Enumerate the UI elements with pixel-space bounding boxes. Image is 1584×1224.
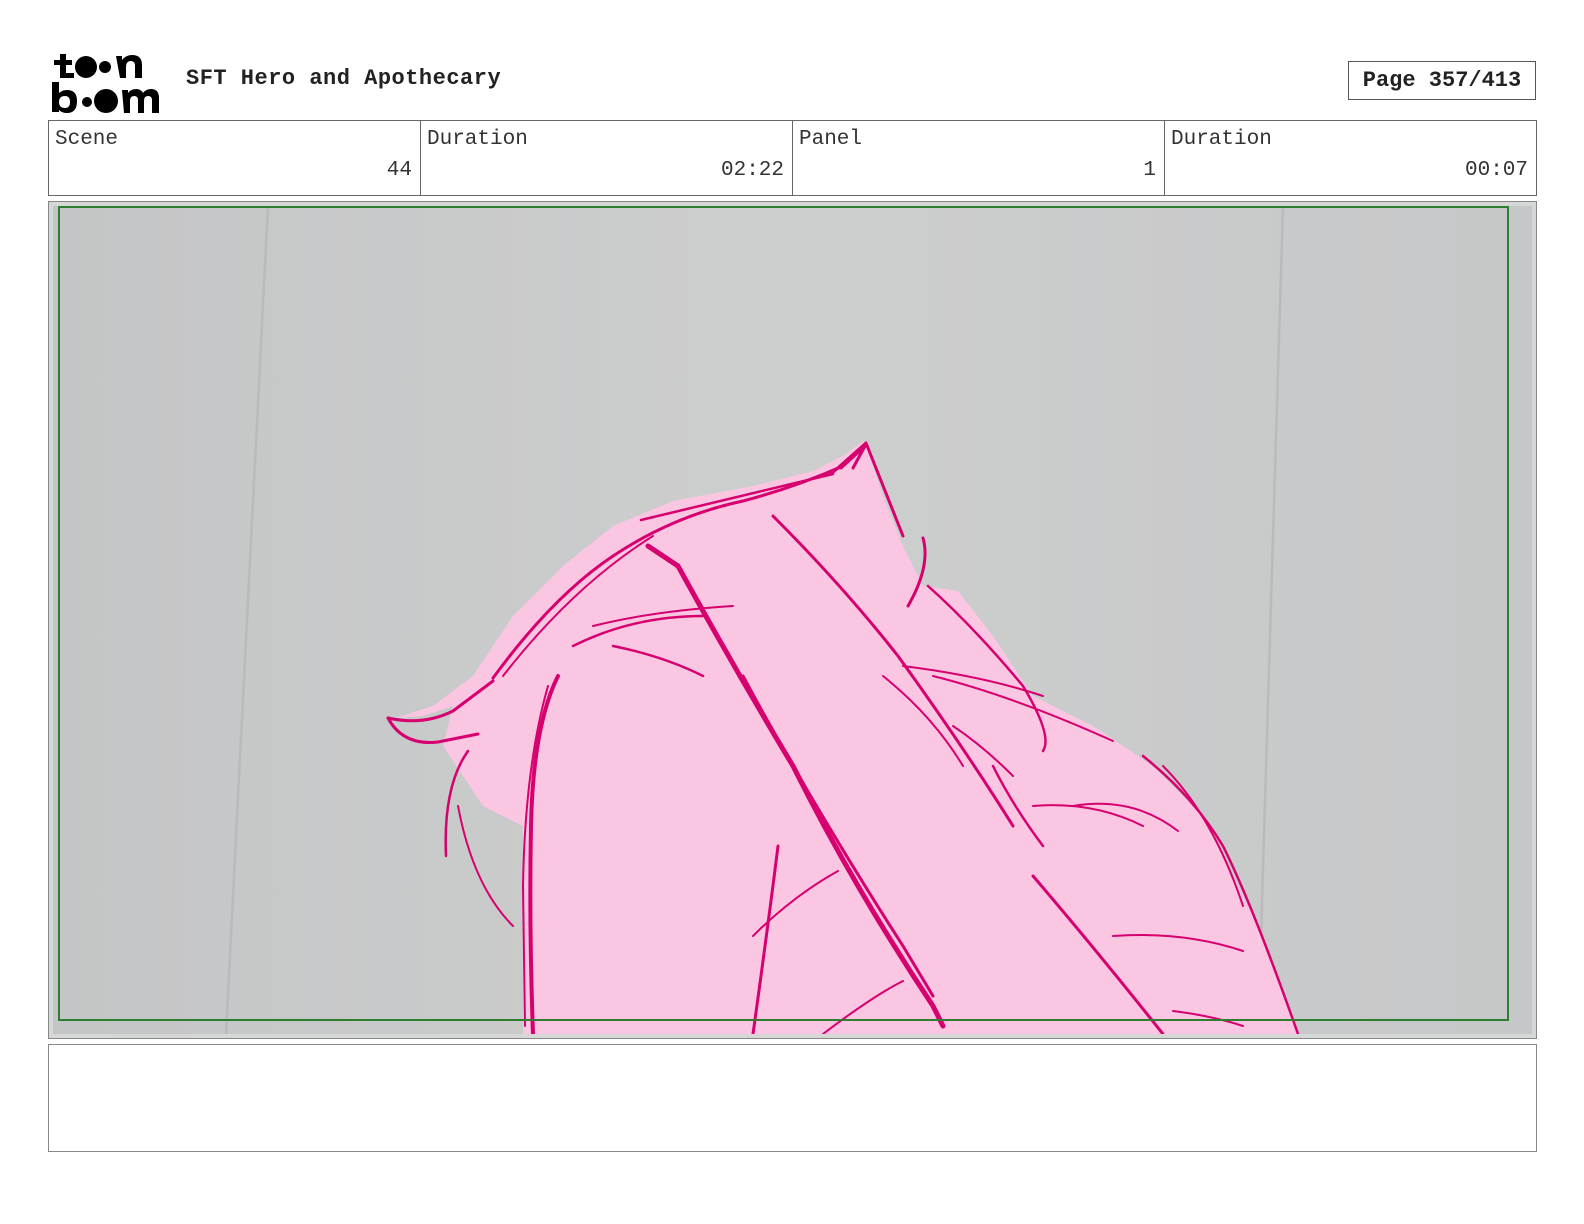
storyboard-panel-image	[53, 206, 1532, 1034]
toon-boom-logo	[52, 54, 159, 113]
scene-duration-cell: Duration 02:22	[421, 121, 793, 195]
scene-duration-value: 02:22	[720, 159, 784, 182]
panel-label: Panel	[799, 128, 863, 151]
scene-value: 44	[386, 159, 412, 182]
panel-value: 1	[1143, 159, 1156, 182]
panel-duration-cell: Duration 00:07	[1165, 121, 1536, 195]
panel-notes-box	[48, 1044, 1537, 1152]
scene-duration-label: Duration	[427, 128, 528, 151]
scene-cell: Scene 44	[49, 121, 421, 195]
panel-duration-label: Duration	[1171, 128, 1272, 151]
panel-cell: Panel 1	[793, 121, 1165, 195]
document-title: SFT Hero and Apothecary	[186, 66, 502, 91]
page-indicator: Page 357/413	[1348, 61, 1536, 100]
scene-info-table: Scene 44 Duration 02:22 Panel 1 Duration…	[48, 120, 1537, 196]
scene-label: Scene	[55, 128, 119, 151]
panel-duration-value: 00:07	[1464, 159, 1528, 182]
